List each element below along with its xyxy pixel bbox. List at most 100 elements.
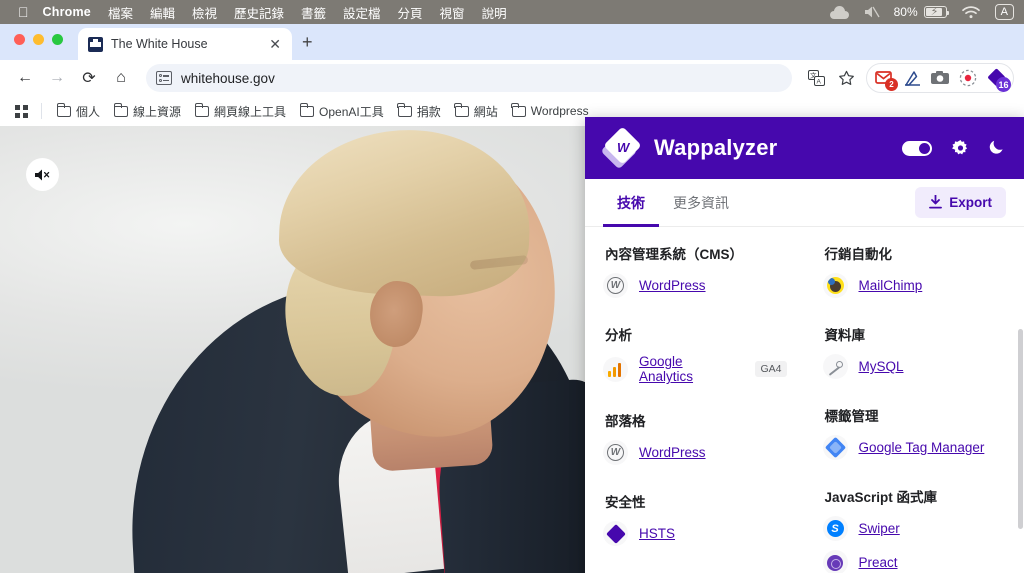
panel-tabs: 技術 更多資訊 Export (585, 179, 1024, 227)
back-button[interactable]: ← (10, 63, 40, 93)
tech-version-badge: GA4 (755, 361, 787, 377)
menu-item-edit[interactable]: 編輯 (150, 3, 175, 22)
download-icon (929, 193, 943, 211)
tech-item[interactable]: W WordPress (603, 440, 787, 465)
menu-item-tab[interactable]: 分頁 (398, 3, 423, 22)
browser-tab[interactable]: The White House ✕ (78, 28, 292, 60)
apps-grid-icon[interactable] (10, 100, 32, 122)
bookmark-folder-openai-tools[interactable]: OpenAI工具 (294, 100, 390, 123)
bookmark-folder-web-tools[interactable]: 網頁線上工具 (189, 100, 292, 123)
bookmark-folder-donations[interactable]: 捐款 (392, 100, 447, 123)
category-security: 安全性 (605, 495, 646, 510)
menu-item-window[interactable]: 視窗 (440, 3, 465, 22)
mail-extension-icon[interactable]: 2 (870, 64, 898, 92)
tech-name[interactable]: Swiper (859, 521, 900, 536)
wordpress-icon: W (603, 440, 628, 465)
tech-item[interactable]: HSTS (603, 521, 787, 546)
preact-icon (822, 550, 848, 573)
category-analytics: 分析 (605, 328, 632, 343)
moon-icon[interactable] (989, 138, 1006, 158)
bookmark-folder-websites[interactable]: 網站 (449, 100, 504, 123)
bookmarks-separator (41, 103, 42, 119)
tech-item[interactable]: MailChimp (822, 273, 1007, 298)
extensions-group: 2 16 (866, 63, 1014, 93)
tab-title: The White House (111, 37, 208, 51)
maximize-window-button[interactable] (52, 34, 63, 45)
chrome-window: The White House ✕ + ← → ⟳ ⌂ whitehouse.g… (0, 24, 1024, 573)
menu-item-view[interactable]: 檢視 (192, 3, 217, 22)
bookmark-star-icon[interactable] (832, 64, 860, 92)
forward-button[interactable]: → (42, 63, 72, 93)
tech-item[interactable]: Preact (822, 550, 1007, 573)
home-button[interactable]: ⌂ (106, 63, 136, 93)
tech-name[interactable]: MySQL (859, 359, 904, 374)
screen:  Chrome 檔案 編輯 檢視 歷史記錄 書籤 設定檔 分頁 視窗 說明 8… (0, 0, 1024, 573)
battery-charging-icon[interactable]: ⚡ (923, 6, 950, 18)
bookmark-label: 捐款 (416, 104, 441, 119)
google-tag-manager-icon (822, 435, 848, 460)
mute-icon[interactable] (864, 5, 880, 19)
bookmark-label: 個人 (76, 104, 101, 119)
export-label: Export (949, 195, 992, 210)
gear-icon[interactable] (952, 139, 969, 157)
wifi-icon[interactable] (961, 5, 980, 19)
address-bar[interactable]: whitehouse.gov (146, 64, 792, 92)
menu-item-file[interactable]: 檔案 (108, 3, 133, 22)
folder-icon (113, 102, 129, 117)
panel-scrollbar[interactable] (1018, 329, 1023, 529)
tech-name[interactable]: Google Tag Manager (859, 440, 985, 455)
menu-item-chrome[interactable]: Chrome (43, 5, 91, 19)
technologies-column-left: 內容管理系統（CMS） W WordPress 分析 Google Analyt… (585, 243, 805, 573)
menu-item-history[interactable]: 歷史記錄 (234, 3, 284, 22)
close-tab-button[interactable]: ✕ (266, 35, 284, 53)
tab-more-info[interactable]: 更多資訊 (659, 179, 743, 227)
tech-item[interactable]: Google Tag Manager (822, 435, 1007, 460)
tech-name[interactable]: Preact (859, 555, 898, 570)
macos-menu-bar:  Chrome 檔案 編輯 檢視 歷史記錄 書籤 設定檔 分頁 視窗 說明 8… (0, 0, 1024, 24)
whitehouse-favicon-icon (88, 36, 103, 52)
tech-item[interactable]: MySQL (822, 354, 1007, 379)
svg-text:A: A (816, 79, 821, 86)
mailchimp-icon (822, 273, 848, 298)
tech-item[interactable]: W WordPress (603, 273, 787, 298)
hsts-icon (603, 521, 628, 546)
bookmark-folder-wordpress[interactable]: Wordpress (506, 101, 595, 121)
wappalyzer-badge: 16 (996, 77, 1011, 92)
bookmark-folder-online-resources[interactable]: 線上資源 (108, 100, 187, 123)
reload-button[interactable]: ⟳ (74, 63, 104, 93)
window-controls (14, 34, 63, 45)
video-mute-button[interactable] (26, 158, 59, 191)
category-cms: 內容管理系統（CMS） (605, 247, 743, 262)
bookmark-folder-personal[interactable]: 個人 (51, 100, 106, 123)
translate-icon[interactable]: 文A (802, 64, 830, 92)
page-info-icon[interactable] (156, 71, 172, 85)
menu-item-bookmarks[interactable]: 書籤 (301, 3, 326, 22)
panel-header: W Wappalyzer (585, 117, 1024, 179)
bookmark-label: 網站 (473, 104, 498, 119)
keyboard-input-indicator[interactable]: A (994, 4, 1014, 20)
tab-technologies[interactable]: 技術 (603, 179, 659, 227)
apple-logo-icon[interactable]:  (18, 5, 29, 19)
tech-item[interactable]: Google Analytics GA4 (603, 354, 787, 384)
photo-hair (277, 126, 533, 300)
icloud-icon[interactable] (829, 5, 849, 19)
camera-extension-icon[interactable] (926, 64, 954, 92)
export-button[interactable]: Export (915, 187, 1006, 218)
wappalyzer-extension-icon[interactable]: 16 (982, 64, 1011, 92)
category-marketing-automation: 行銷自動化 (824, 247, 893, 262)
new-tab-button[interactable]: + (296, 31, 319, 53)
pen-tool-extension-icon[interactable] (898, 64, 926, 92)
tech-name[interactable]: HSTS (639, 526, 675, 541)
mail-badge: 2 (885, 78, 898, 91)
tech-name[interactable]: WordPress (639, 278, 706, 293)
recorder-extension-icon[interactable] (954, 64, 982, 92)
tech-name[interactable]: Google Analytics (639, 354, 736, 384)
close-window-button[interactable] (14, 34, 25, 45)
tech-name[interactable]: WordPress (639, 445, 706, 460)
minimize-window-button[interactable] (33, 34, 44, 45)
tech-item[interactable]: S Swiper (822, 516, 1007, 541)
menu-item-help[interactable]: 說明 (482, 3, 507, 22)
tech-name[interactable]: MailChimp (859, 278, 923, 293)
menu-item-profiles[interactable]: 設定檔 (343, 3, 381, 22)
power-toggle-switch[interactable] (902, 140, 932, 156)
